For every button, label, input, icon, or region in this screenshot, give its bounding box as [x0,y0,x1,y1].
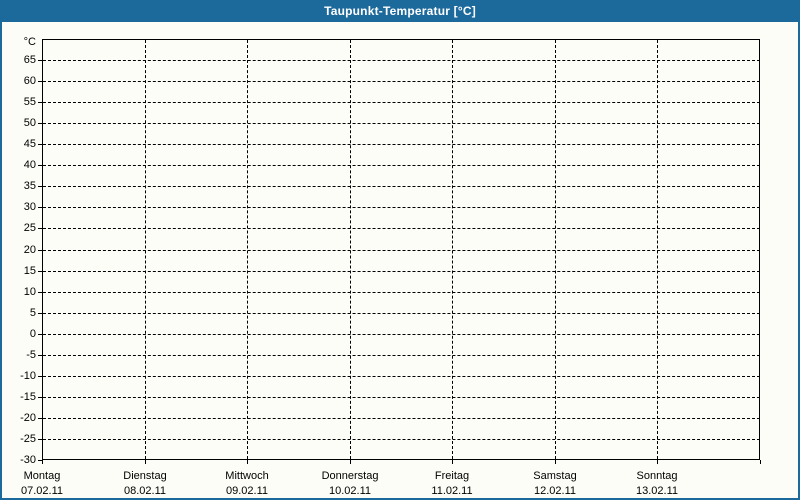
x-category-label: Sonntag 13.02.11 [605,469,709,499]
y-tick-label: 30 [23,201,36,213]
y-axis-tick [38,186,42,187]
y-tick-label: 10 [23,286,36,298]
y-axis-tick [38,102,42,103]
date-label: 07.02.11 [20,485,63,497]
h-gridline [43,271,760,272]
y-tick-label: 15 [23,265,36,277]
y-tick-label: -10 [20,370,36,382]
v-gridline [657,40,658,459]
y-tick-label: 65 [23,54,36,66]
y-tick-label: -30 [20,454,36,466]
day-label: Freitag [434,470,470,482]
h-gridline [43,186,760,187]
day-label: Samstag [533,470,577,482]
day-label: Mittwoch [225,470,269,482]
h-gridline [43,207,760,208]
chart-window: Taupunkt-Temperatur [°C] °C 65 60 55 50 45 40… [0,0,800,500]
y-axis-tick [38,228,42,229]
h-gridline [43,334,760,335]
v-gridline [555,40,556,459]
h-gridline [43,165,760,166]
h-gridline [43,355,760,356]
v-gridline [145,40,146,459]
day-label: Dienstag [123,470,167,482]
y-axis-tick [38,250,42,251]
h-gridline [43,397,760,398]
date-label: 13.02.11 [635,485,678,497]
y-tick-label: 55 [23,96,36,108]
v-gridline [452,40,453,459]
y-axis-tick [38,397,42,398]
h-gridline [43,102,760,103]
x-category-label: Freitag 11.02.11 [400,469,504,499]
x-axis-tick [555,460,556,464]
x-axis-tick [42,460,43,464]
y-axis-tick [38,439,42,440]
y-axis-tick [38,271,42,272]
y-axis-tick [38,60,42,61]
h-gridline [43,228,760,229]
x-category-label: Dienstag 08.02.11 [93,469,197,499]
x-axis-tick [247,460,248,464]
title-bar: Taupunkt-Temperatur [°C] [0,0,800,22]
y-tick-label: 25 [23,222,36,234]
y-tick-label: 0 [29,328,36,340]
h-gridline [43,250,760,251]
date-label: 09.02.11 [225,485,268,497]
y-axis-tick [38,334,42,335]
h-gridline [43,439,760,440]
x-category-label: Mittwoch 09.02.11 [195,469,299,499]
h-gridline [43,292,760,293]
x-axis-tick [145,460,146,464]
y-tick-label: -15 [20,391,36,403]
h-gridline [43,376,760,377]
x-axis-tick [760,460,761,464]
y-axis-tick [38,165,42,166]
x-category-label: Montag 07.02.11 [0,469,94,499]
h-gridline [43,81,760,82]
y-axis-tick [38,418,42,419]
day-label: Montag [23,470,61,482]
y-tick-label: 60 [23,75,36,87]
y-tick-label: -20 [20,412,36,424]
date-label: 12.02.11 [533,485,576,497]
y-tick-label: 40 [23,159,36,171]
v-gridline [350,40,351,459]
chart-layer: 65 60 55 50 45 40 35 30 25 20 15 10 5 0 -5 -10 -15 -20 -25… [0,0,800,500]
y-tick-label: 20 [23,244,36,256]
y-axis-tick [38,355,42,356]
y-axis-tick [38,144,42,145]
date-label: 10.02.11 [328,485,371,497]
y-tick-label: 35 [23,180,36,192]
x-axis-tick [350,460,351,464]
y-tick-label: -25 [20,433,36,445]
v-gridline [247,40,248,459]
y-axis-tick [38,313,42,314]
date-label: 11.02.11 [431,485,473,497]
y-axis-tick [38,81,42,82]
y-axis-tick [38,292,42,293]
y-tick-label: -5 [26,349,36,361]
h-gridline [43,123,760,124]
y-tick-label: 5 [29,307,36,319]
h-gridline [43,313,760,314]
h-gridline [43,60,760,61]
day-label: Donnerstag [321,470,379,482]
y-axis-tick [38,207,42,208]
y-axis-tick [38,123,42,124]
date-label: 08.02.11 [123,485,166,497]
x-category-label: Samstag 12.02.11 [503,469,607,499]
x-axis-tick [452,460,453,464]
day-label: Sonntag [636,470,678,482]
h-gridline [43,144,760,145]
x-category-label: Donnerstag 10.02.11 [298,469,402,499]
y-tick-label: 50 [23,117,36,129]
y-axis-tick [38,376,42,377]
y-tick-label: 45 [23,138,36,150]
chart-title: Taupunkt-Temperatur [°C] [324,4,476,18]
h-gridline [43,418,760,419]
x-axis-tick [657,460,658,464]
